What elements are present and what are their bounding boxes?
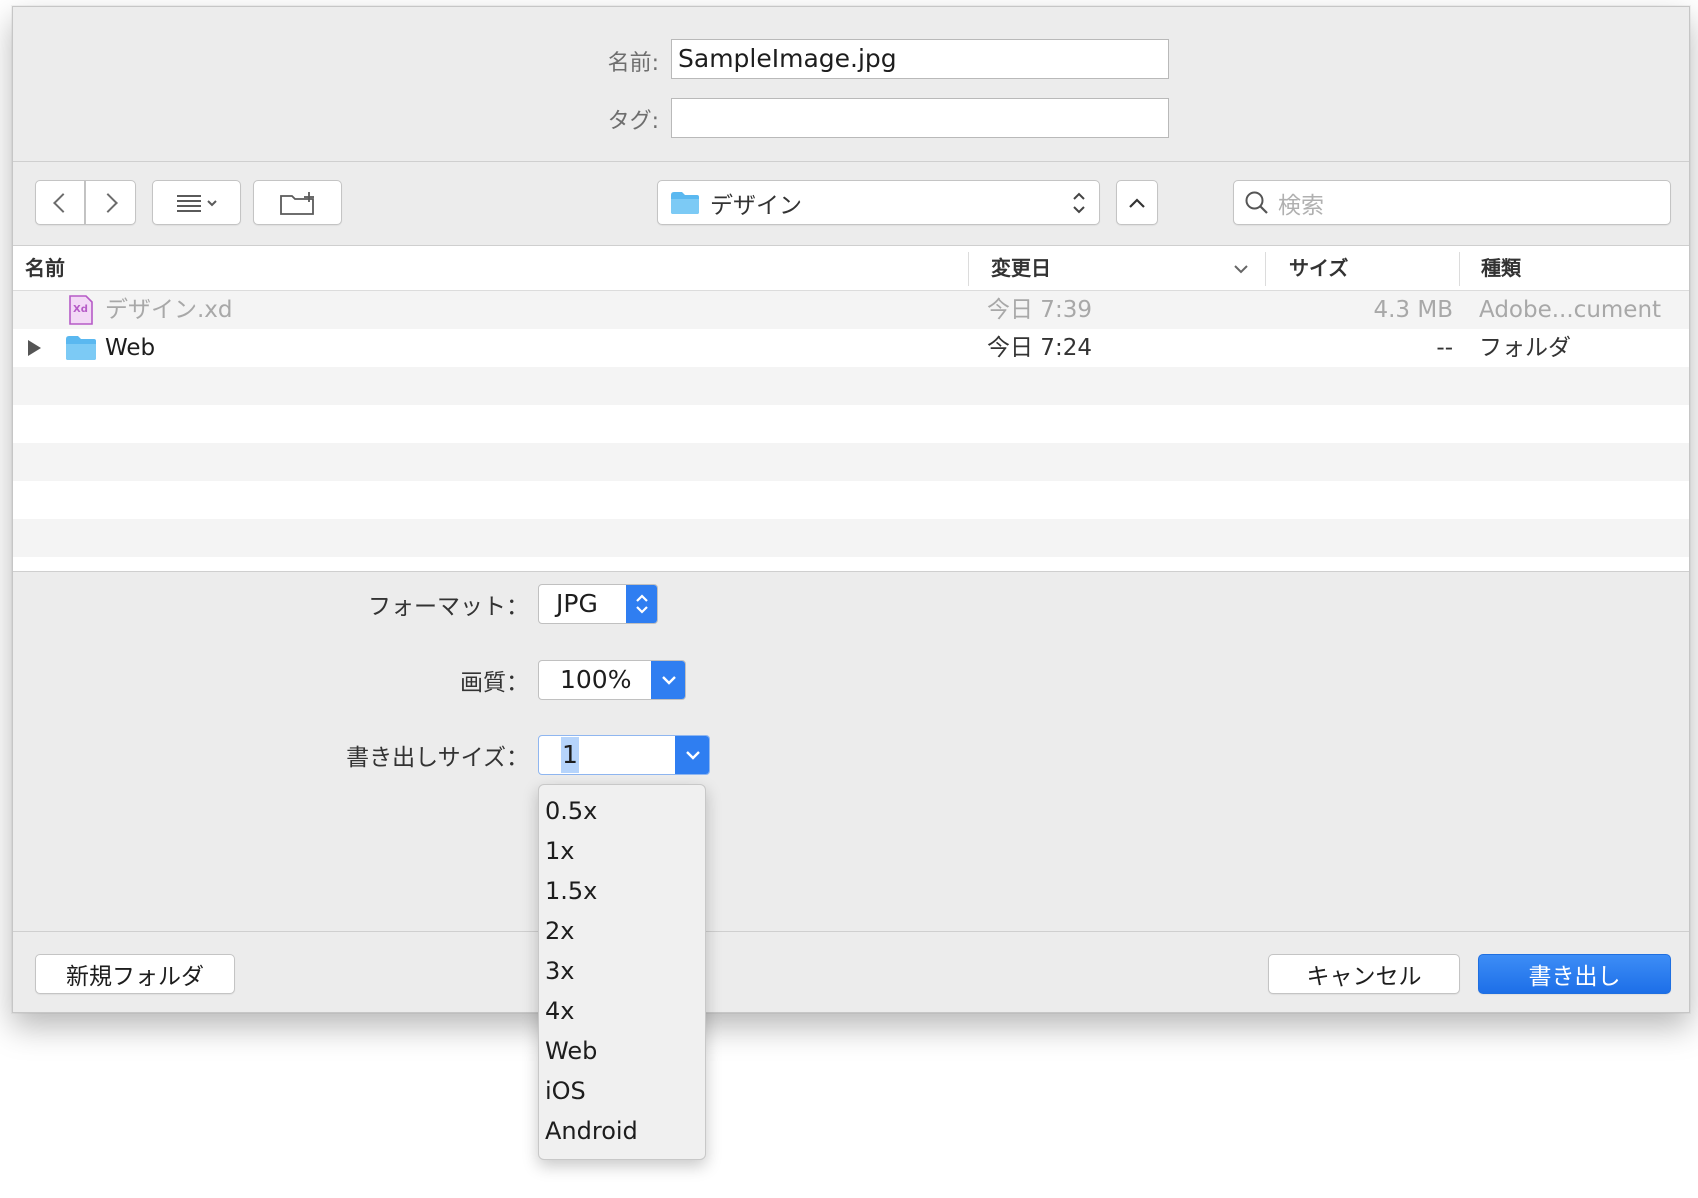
column-separator — [1265, 252, 1266, 286]
col-header-size[interactable]: サイズ — [1289, 246, 1348, 290]
tag-input[interactable] — [671, 98, 1169, 138]
file-modified: 今日 7:24 — [987, 335, 1092, 361]
search-icon — [1245, 191, 1268, 214]
chevron-down-icon — [685, 751, 700, 760]
divider — [13, 161, 1689, 162]
empty-row — [13, 481, 1689, 519]
xd-file-icon: Xd — [69, 295, 93, 325]
menu-item-android[interactable]: Android — [545, 1111, 638, 1151]
menu-item-4x[interactable]: 4x — [545, 991, 574, 1031]
new-folder-toolbar-button[interactable] — [253, 180, 342, 225]
back-button[interactable] — [35, 180, 85, 225]
menu-item-ios[interactable]: iOS — [545, 1071, 586, 1111]
view-options-button[interactable] — [152, 180, 241, 225]
col-header-kind[interactable]: 種類 — [1481, 246, 1521, 290]
empty-row — [13, 367, 1689, 405]
file-name: デザイン.xd — [105, 297, 233, 323]
disclosure-triangle-icon[interactable] — [28, 340, 41, 356]
search-field[interactable]: 検索 — [1233, 180, 1671, 225]
menu-item-3x[interactable]: 3x — [545, 951, 574, 991]
empty-row — [13, 443, 1689, 481]
svg-text:Xd: Xd — [73, 304, 88, 315]
menu-item-2x[interactable]: 2x — [545, 911, 574, 951]
export-size-label: 書き出しサイズ： — [346, 745, 529, 771]
folder-icon — [671, 191, 699, 214]
export-size-dropdown-button[interactable] — [675, 736, 709, 774]
cancel-label: キャンセル — [1306, 964, 1422, 990]
divider — [13, 931, 1689, 932]
file-kind: フォルダ — [1479, 335, 1571, 361]
menu-item-1.5x[interactable]: 1.5x — [545, 871, 597, 911]
file-modified: 今日 7:39 — [987, 297, 1092, 323]
export-size-combobox[interactable]: 1 — [538, 735, 710, 775]
table-header: 名前 変更日 サイズ 種類 — [13, 246, 1689, 291]
file-name: Web — [105, 335, 156, 361]
quality-combobox[interactable]: 100% — [538, 660, 686, 700]
table-row[interactable]: Web 今日 7:24 -- フォルダ — [13, 329, 1689, 367]
empty-row — [13, 519, 1689, 557]
file-browser: 名前 変更日 サイズ 種類 Xd デザイン.xd 今日 7:39 4.3 MB … — [13, 245, 1689, 572]
location-popup[interactable]: デザイン — [657, 180, 1100, 225]
quality-value: 100% — [560, 665, 632, 694]
export-size-value[interactable]: 1 — [561, 737, 579, 773]
export-dialog: 名前: SampleImage.jpg タグ: デザイン 検索 名前 変更日 サ… — [12, 6, 1690, 1013]
file-size: 4.3 MB — [1373, 297, 1453, 323]
back-icon — [53, 192, 73, 213]
export-label: 書き出し — [1528, 964, 1621, 990]
name-label: 名前: — [607, 51, 659, 76]
location-label: デザイン — [710, 192, 802, 219]
forward-button[interactable] — [85, 180, 136, 225]
export-button[interactable]: 書き出し — [1478, 954, 1671, 994]
up-down-icon — [1073, 192, 1085, 214]
format-stepper[interactable] — [626, 585, 657, 623]
table-row[interactable]: Xd デザイン.xd 今日 7:39 4.3 MB Adobe...cument — [13, 291, 1689, 329]
column-separator — [1459, 252, 1460, 286]
new-folder-icon — [279, 191, 314, 215]
forward-icon — [97, 192, 118, 213]
new-folder-button[interactable]: 新規フォルダ — [35, 954, 235, 994]
chevron-down-icon — [661, 676, 676, 685]
tag-label: タグ: — [607, 109, 659, 134]
file-size: -- — [1436, 335, 1453, 361]
filename-input[interactable]: SampleImage.jpg — [671, 39, 1169, 79]
cancel-button[interactable]: キャンセル — [1268, 954, 1460, 994]
list-view-icon — [176, 194, 217, 212]
new-folder-label: 新規フォルダ — [66, 964, 204, 990]
col-header-name[interactable]: 名前 — [25, 246, 65, 290]
column-separator — [968, 252, 969, 286]
file-kind: Adobe...cument — [1479, 297, 1662, 323]
empty-row — [13, 405, 1689, 443]
up-down-icon — [636, 594, 648, 614]
collapse-button[interactable] — [1116, 180, 1158, 225]
chevron-up-icon — [1129, 197, 1145, 208]
search-placeholder: 検索 — [1278, 192, 1324, 219]
quality-label: 画質： — [460, 670, 529, 696]
menu-item-web[interactable]: Web — [545, 1031, 597, 1071]
format-value: JPG — [556, 589, 598, 618]
format-label: フォーマット： — [368, 594, 529, 620]
format-popup[interactable]: JPG — [538, 584, 658, 624]
menu-item-0.5x[interactable]: 0.5x — [545, 791, 597, 831]
export-size-menu: 0.5x 1x 1.5x 2x 3x 4x Web iOS Android — [538, 784, 706, 1160]
folder-icon — [66, 336, 96, 360]
quality-dropdown-button[interactable] — [651, 661, 685, 699]
sort-chevron-icon — [1234, 265, 1248, 274]
col-header-modified[interactable]: 変更日 — [991, 246, 1051, 290]
menu-item-1x[interactable]: 1x — [545, 831, 574, 871]
